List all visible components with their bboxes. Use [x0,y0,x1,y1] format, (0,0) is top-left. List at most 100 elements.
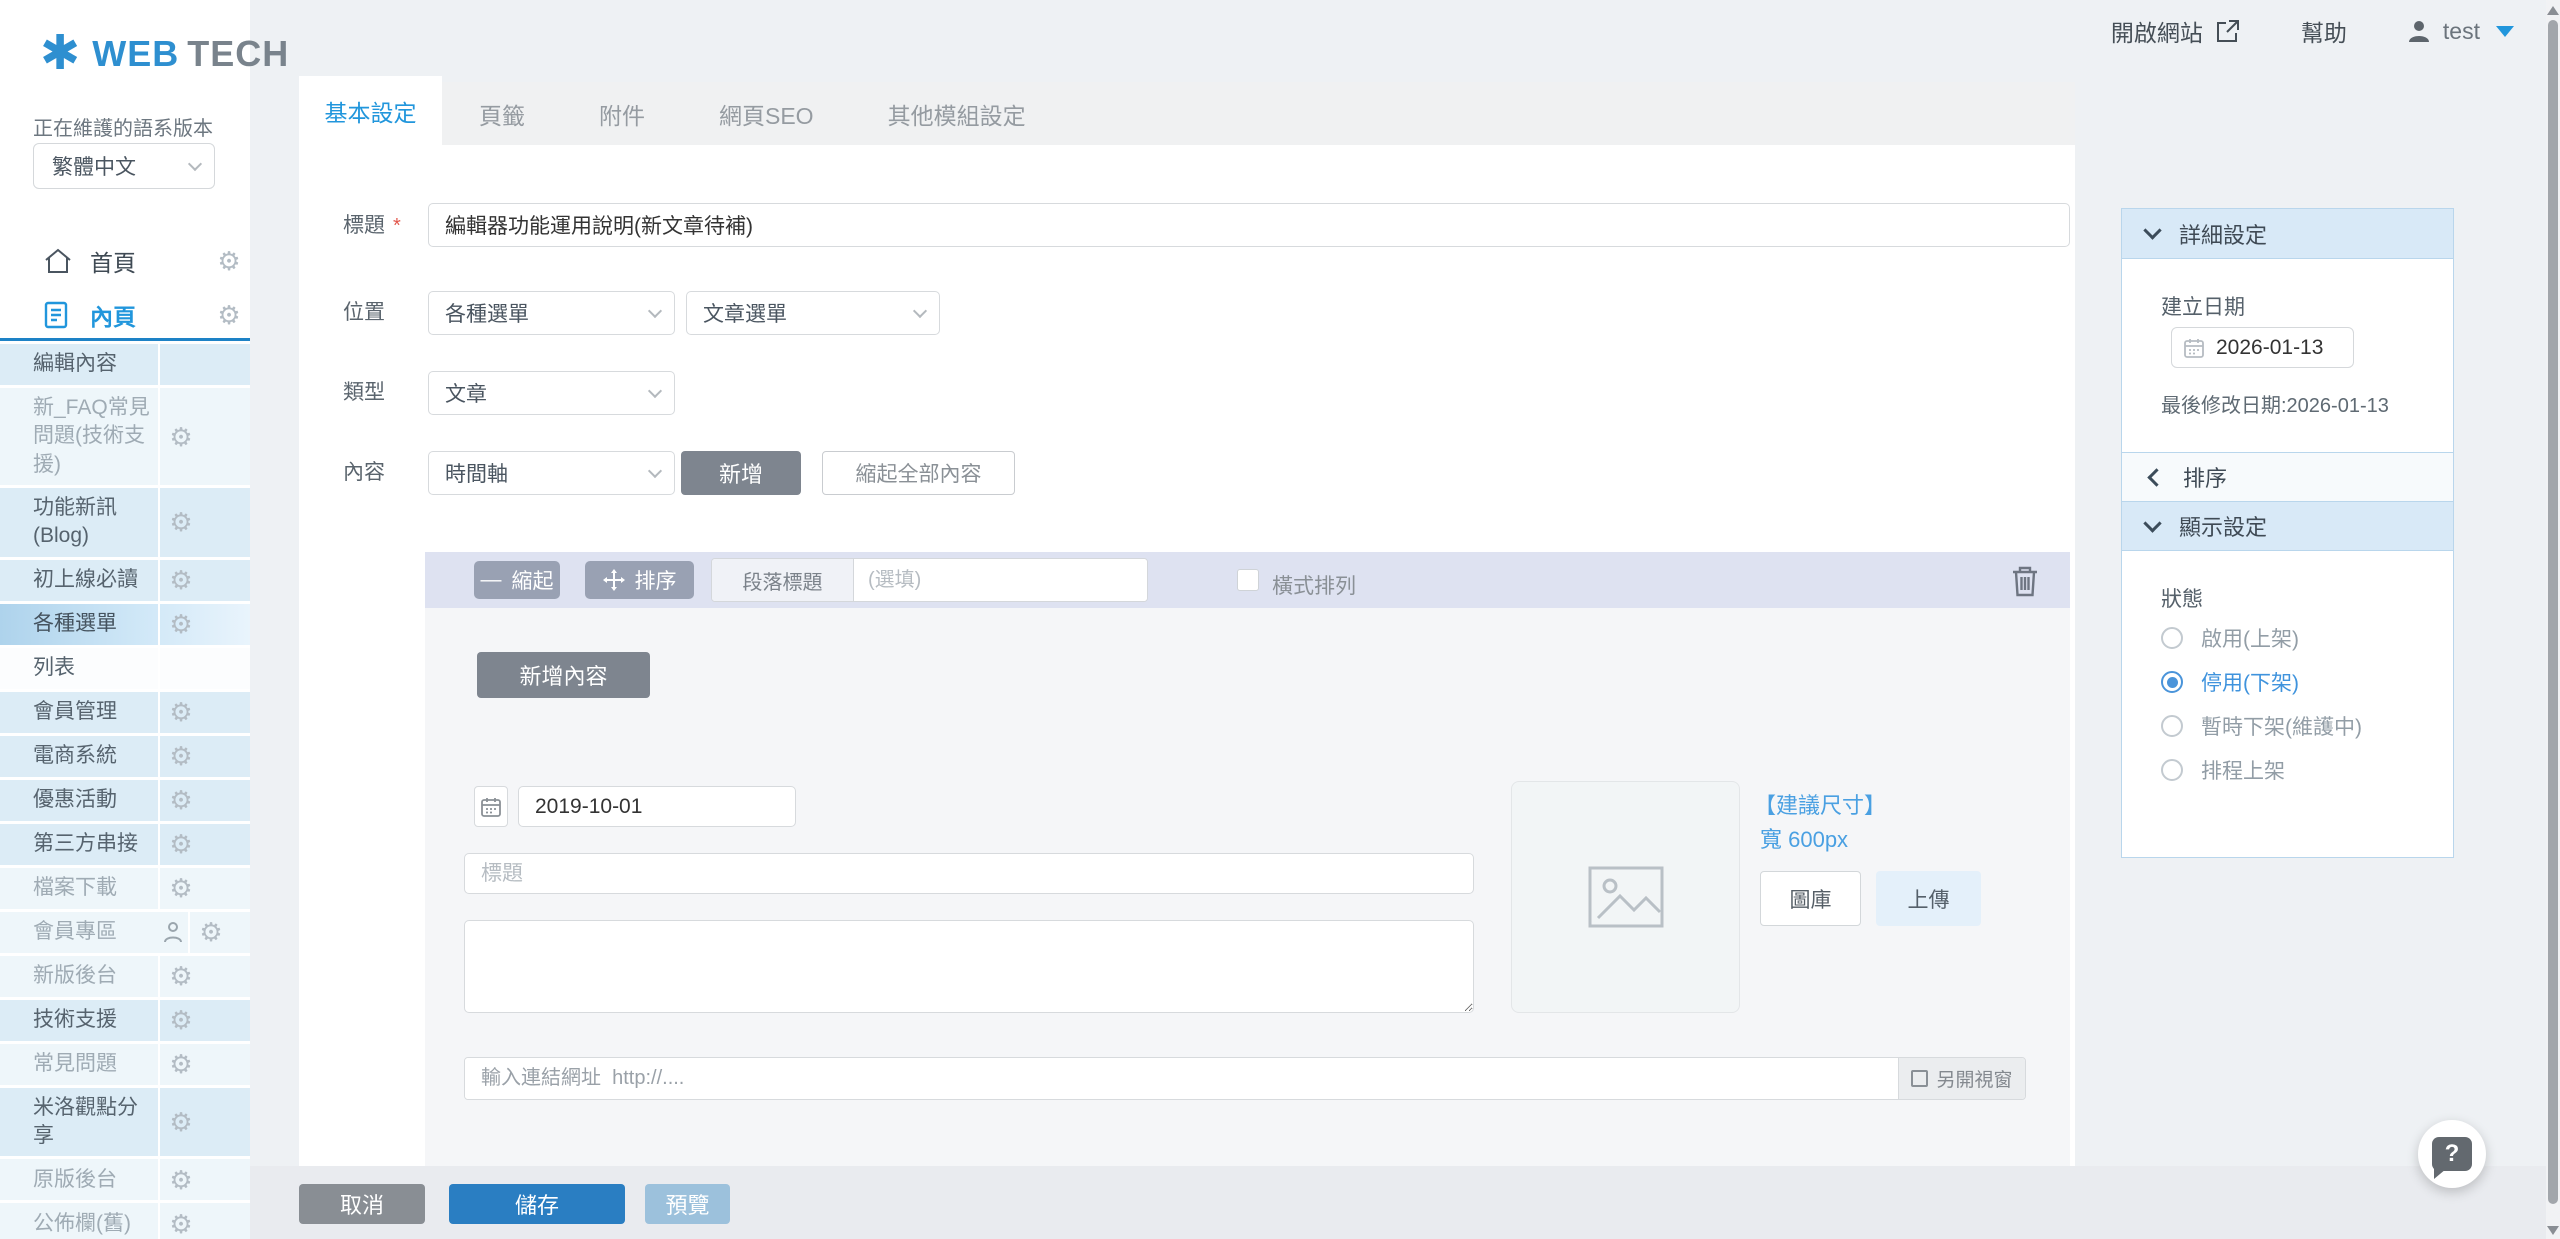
sort-block-button[interactable]: 排序 [585,561,694,599]
position-select-2[interactable]: 文章選單 [686,291,940,335]
gear-icon[interactable]: ⚙ [217,248,240,274]
gear-icon[interactable]: ⚙ [169,1167,192,1193]
help-link[interactable]: 幫助 [2301,14,2347,48]
sidebar-submenu: 編輯內容 新_FAQ常見問題(技術支援) ⚙ 功能新訊(Blog) ⚙ 初上線必… [0,344,250,1239]
title-input[interactable] [428,203,2070,247]
content-type-select[interactable]: 時間軸 [428,451,675,495]
item-title-input[interactable] [464,853,1474,894]
tab-seo[interactable]: 網頁SEO [682,82,851,145]
chevron-down-icon [2143,221,2161,239]
open-site-link[interactable]: 開啟網站 [2111,14,2241,48]
gear-icon[interactable]: ⚙ [217,302,240,328]
save-button[interactable]: 儲存 [449,1184,625,1224]
status-option-maintenance[interactable]: 暫時下架(維護中) [2161,711,2362,741]
sidebar-item-faq-new[interactable]: 新_FAQ常見問題(技術支援) ⚙ [0,388,250,485]
upload-button[interactable]: 上傳 [1876,871,1981,926]
gear-icon[interactable]: ⚙ [169,1007,192,1033]
tab-page-tabs[interactable]: 頁籤 [442,82,562,145]
create-date-input[interactable]: 2026-01-13 [2171,327,2354,368]
link-url-group: 另開視窗 [464,1057,2026,1100]
position-select-1[interactable]: 各種選單 [428,291,675,335]
calendar-icon [2184,338,2204,358]
gallery-button[interactable]: 圖庫 [1760,871,1861,926]
add-content-button[interactable]: 新增內容 [477,652,650,698]
sidebar-item-downloads[interactable]: 檔案下載 ⚙ [0,868,250,909]
preview-button[interactable]: 預覽 [645,1184,730,1224]
scroll-up-arrow-icon[interactable] [2547,6,2559,15]
sidebar-item-old-backend[interactable]: 原版後台 ⚙ [0,1159,250,1200]
horizontal-layout-label: 橫式排列 [1272,570,1356,600]
sidebar-item-members[interactable]: 會員管理 ⚙ [0,692,250,733]
vertical-scrollbar[interactable] [2546,0,2560,1239]
cancel-button[interactable]: 取消 [299,1184,425,1224]
gear-icon[interactable]: ⚙ [169,743,192,769]
radio-icon [2161,627,2183,649]
gear-icon[interactable]: ⚙ [169,963,192,989]
gear-icon[interactable]: ⚙ [169,831,192,857]
gear-icon[interactable]: ⚙ [169,509,192,535]
scrollbar-thumb[interactable] [2548,20,2558,1204]
section-title-input[interactable] [854,559,1147,601]
sort-section-header[interactable]: 排序 [2122,452,2453,501]
sidebar-item-promotions[interactable]: 優惠活動 ⚙ [0,780,250,821]
trash-icon[interactable] [2010,564,2040,598]
scroll-down-arrow-icon[interactable] [2547,1226,2559,1235]
person-icon [158,921,188,943]
gear-icon[interactable]: ⚙ [169,1051,192,1077]
sidebar-item-faq[interactable]: 常見問題 ⚙ [0,1044,250,1085]
sidebar-item-bulletin-old[interactable]: 公佈欄(舊) ⚙ [0,1203,250,1239]
display-settings-header[interactable]: 顯示設定 [2122,501,2453,550]
sidebar-item-ecommerce[interactable]: 電商系統 ⚙ [0,736,250,777]
content-card: 標題* 位置 各種選單 文章選單 類型 文章 內容 時間軸 新增 縮起全部內容 … [299,145,2075,1166]
gear-icon[interactable]: ⚙ [169,699,192,725]
sidebar-item-tech-support[interactable]: 技術支援 ⚙ [0,1000,250,1041]
collapse-block-button[interactable]: — 縮起 [474,561,560,599]
sidebar-item-onboarding[interactable]: 初上線必讀 ⚙ [0,560,250,601]
radio-icon-selected [2161,671,2183,693]
status-option-scheduled[interactable]: 排程上架 [2161,755,2285,785]
sidebar-item-list[interactable]: 列表 [0,648,250,689]
status-option-disabled-selected[interactable]: 停用(下架) [2161,667,2299,697]
type-select[interactable]: 文章 [428,371,675,415]
gear-icon[interactable]: ⚙ [169,611,192,637]
horizontal-layout-checkbox[interactable] [1237,569,1259,591]
tab-basic-settings[interactable]: 基本設定 [299,76,442,145]
status-option-enabled[interactable]: 啟用(上架) [2161,623,2299,653]
tab-other-modules[interactable]: 其他模組設定 [851,82,1063,145]
detail-settings-header[interactable]: 詳細設定 [2122,209,2453,258]
sidebar-item-blog[interactable]: 功能新訊(Blog) ⚙ [0,488,250,557]
sidebar-item-viewpoints[interactable]: 米洛觀點分享 ⚙ [0,1088,250,1157]
new-window-label: 另開視窗 [1936,1065,2012,1092]
sidebar-item-new-backend[interactable]: 新版後台 ⚙ [0,956,250,997]
gear-icon[interactable]: ⚙ [199,919,222,945]
collapse-all-button[interactable]: 縮起全部內容 [822,451,1015,495]
user-menu[interactable]: test [2407,18,2514,45]
tab-attachments[interactable]: 附件 [562,82,682,145]
help-floating-button[interactable]: ? [2418,1120,2486,1188]
sidebar-item-menus-selected[interactable]: 各種選單 ⚙ [0,604,250,645]
item-text-area[interactable] [464,920,1474,1013]
brand-name-web: WEB [92,33,179,75]
language-select[interactable]: 繁體中文 [33,143,215,189]
sidebar-item-edit-content[interactable]: 編輯內容 [0,344,250,385]
gear-icon[interactable]: ⚙ [169,787,192,813]
link-url-input[interactable] [465,1058,1898,1099]
sidebar-item-home[interactable]: 首頁 ⚙ [0,238,250,284]
sidebar-item-third-party[interactable]: 第三方串接 ⚙ [0,824,250,865]
sidebar-item-inner-pages[interactable]: 內頁 ⚙ [0,292,250,338]
sidebar-item-member-zone[interactable]: 會員專區 ⚙ [0,912,250,953]
gear-icon[interactable]: ⚙ [169,1109,192,1135]
gear-icon[interactable]: ⚙ [169,1211,192,1237]
gear-icon[interactable]: ⚙ [169,875,192,901]
gear-icon[interactable]: ⚙ [169,567,192,593]
asterisk-logo-icon: ✱ [40,30,80,78]
add-button[interactable]: 新增 [681,451,801,495]
date-input[interactable] [518,786,796,827]
calendar-button[interactable] [474,786,508,827]
gear-icon[interactable]: ⚙ [169,424,192,450]
chevron-down-icon [188,156,202,170]
new-window-checkbox[interactable] [1911,1070,1928,1087]
image-placeholder [1511,781,1740,1013]
suggested-size-title: 【建議尺寸】 [1754,788,1886,820]
app-window: ✱ WEB TECH 正在維護的語系版本 繁體中文 首頁 ⚙ [0,0,2560,1239]
